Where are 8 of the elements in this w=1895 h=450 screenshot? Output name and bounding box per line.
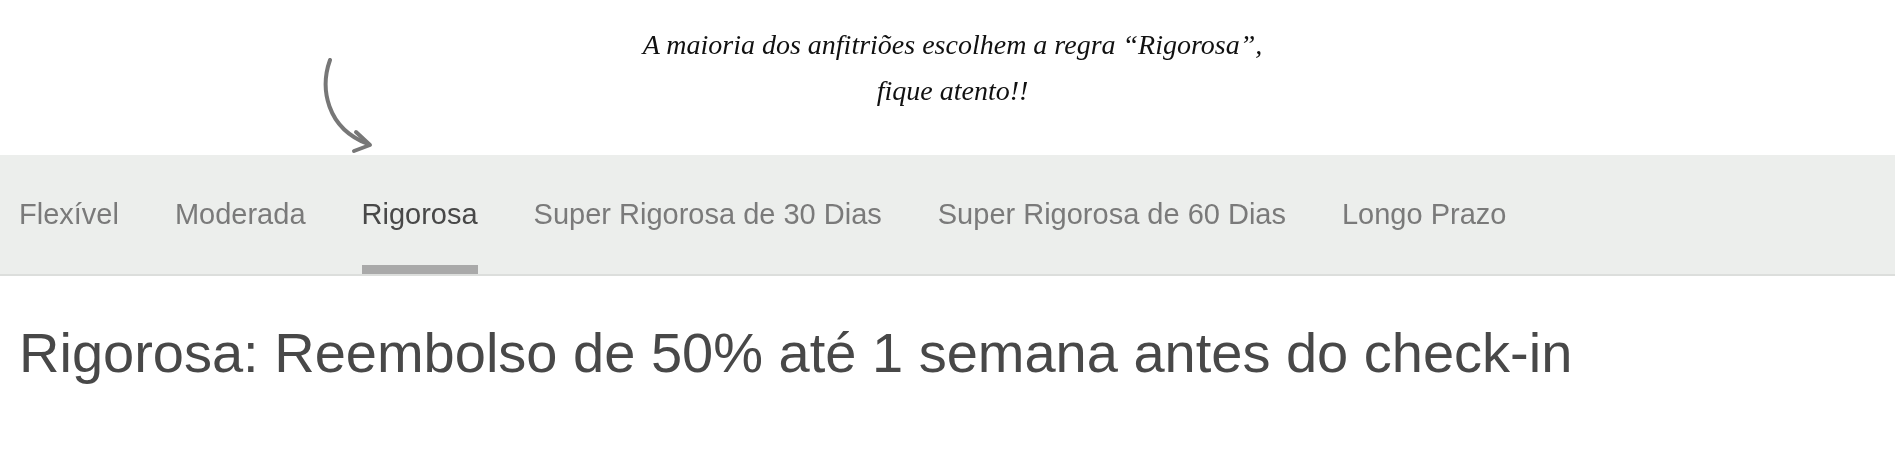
annotation-note: A maioria dos anfitriões escolhem a regra “Rigorosa”, fique atento!! <box>642 28 1263 108</box>
tab[interactable]: Rigorosa <box>361 155 478 274</box>
tab[interactable]: Moderada <box>174 155 306 274</box>
tab[interactable]: Super Rigorosa de 30 Dias <box>533 155 882 274</box>
tab[interactable]: Flexível <box>19 155 119 274</box>
tab[interactable]: Longo Prazo <box>1342 155 1507 274</box>
policy-heading: Rigorosa: Reembolso de 50% até 1 semana antes do check-in <box>19 320 1574 385</box>
tab[interactable]: Super Rigorosa de 60 Dias <box>937 155 1286 274</box>
